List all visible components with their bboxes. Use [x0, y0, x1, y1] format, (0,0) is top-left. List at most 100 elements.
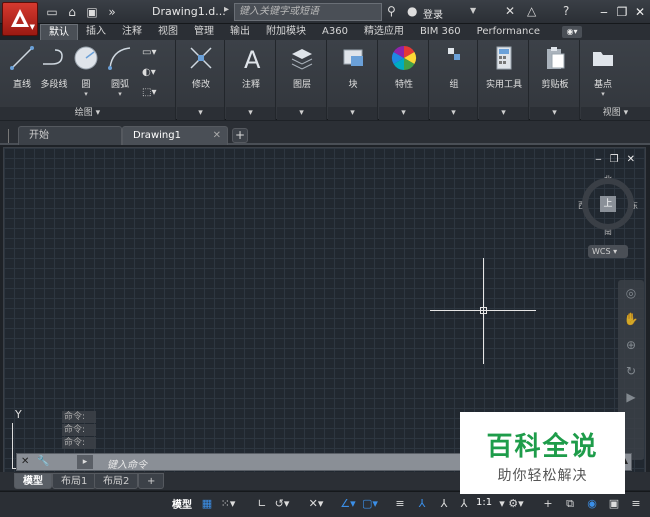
- clipboard-button[interactable]: 剪贴板: [533, 44, 577, 90]
- chevron-down-icon[interactable]: ▾: [98, 90, 142, 98]
- tab-featured-apps[interactable]: 精选应用: [356, 24, 412, 40]
- annotation-scale[interactable]: 1:1: [476, 497, 492, 508]
- expand-arrow-icon[interactable]: ▸: [224, 4, 229, 15]
- help-icon[interactable]: ?: [563, 4, 569, 18]
- tab-view[interactable]: 视图: [150, 24, 186, 40]
- save-icon[interactable]: ▣: [84, 4, 100, 20]
- tab-model[interactable]: 模型: [14, 473, 52, 489]
- annotation-panel-dropdown[interactable]: ▾: [226, 107, 275, 120]
- rectangle-icon[interactable]: ▭▾: [142, 46, 162, 60]
- polar-icon[interactable]: ↺▾: [274, 495, 290, 513]
- customize-wrench-icon[interactable]: 🔧: [37, 456, 49, 467]
- tab-layout1[interactable]: 布局1: [52, 473, 97, 489]
- viewcube[interactable]: 上: [582, 178, 634, 230]
- modify-panel-dropdown[interactable]: ▾: [177, 107, 224, 120]
- login-link[interactable]: 登录: [423, 6, 443, 21]
- tab-a360[interactable]: A360: [314, 24, 356, 40]
- application-menu-button[interactable]: ▼: [2, 2, 38, 36]
- layers-panel-dropdown[interactable]: ▾: [277, 107, 326, 120]
- tab-manage[interactable]: 管理: [186, 24, 222, 40]
- showmotion-icon[interactable]: ▶: [618, 384, 644, 410]
- add-layout-button[interactable]: +: [138, 473, 165, 489]
- ribbon-options-icon[interactable]: ◉▾: [562, 26, 583, 38]
- gear-icon[interactable]: ⚙▾: [508, 495, 524, 513]
- ortho-icon[interactable]: ∟: [254, 495, 270, 513]
- grid-icon[interactable]: ▦: [199, 495, 215, 513]
- annotation-visibility-icon[interactable]: ⅄: [414, 495, 430, 513]
- modify-button[interactable]: 修改: [179, 44, 223, 90]
- isolate-objects-icon[interactable]: ◉: [584, 495, 600, 513]
- new-file-icon[interactable]: ▭: [44, 4, 60, 20]
- maximize-icon[interactable]: ❐: [614, 4, 630, 20]
- tab-layout2[interactable]: 布局2: [94, 473, 139, 489]
- tab-insert[interactable]: 插入: [78, 24, 114, 40]
- auto-scale-icon[interactable]: ⅄: [436, 495, 452, 513]
- a360-icon[interactable]: △: [527, 4, 536, 18]
- circle-icon: [74, 46, 98, 70]
- wcs-dropdown[interactable]: WCS ▾: [588, 245, 628, 258]
- viewcube-top-face[interactable]: 上: [600, 196, 616, 212]
- tab-performance[interactable]: Performance: [469, 24, 548, 40]
- restore-viewport-icon[interactable]: ❐: [610, 154, 619, 165]
- close-icon[interactable]: ✕: [632, 4, 648, 20]
- object-snap-icon[interactable]: ▢▾: [362, 495, 378, 513]
- boundary-icon[interactable]: ⬚▾: [142, 86, 162, 100]
- workspace-icon[interactable]: ⧉: [562, 495, 578, 513]
- customization-menu-icon[interactable]: ≡: [628, 495, 644, 513]
- zoom-icon[interactable]: ⊕: [618, 332, 644, 358]
- chevron-down-icon[interactable]: ▾: [581, 90, 625, 98]
- command-input[interactable]: 键入命令: [107, 456, 147, 471]
- view-panel-footer[interactable]: 视图 ▾: [581, 107, 650, 120]
- arc-button[interactable]: 圆弧 ▾: [98, 44, 142, 98]
- annotation-monitor-icon[interactable]: ⅄: [456, 495, 472, 513]
- utilities-button[interactable]: 实用工具: [482, 44, 526, 90]
- clipboard-panel-dropdown[interactable]: ▾: [530, 107, 579, 120]
- minimize-viewport-icon[interactable]: ‒: [595, 154, 601, 165]
- base-point-button[interactable]: 基点 ▾: [581, 44, 625, 98]
- fullscreen-icon[interactable]: ▣: [606, 495, 622, 513]
- tab-output[interactable]: 输出: [222, 24, 258, 40]
- group-icon: [448, 48, 460, 60]
- close-command-icon[interactable]: ✕: [21, 456, 29, 467]
- minimize-icon[interactable]: ‒: [596, 4, 612, 20]
- tab-drawing1[interactable]: Drawing1 ✕: [122, 126, 228, 145]
- close-tab-icon[interactable]: ✕: [213, 127, 221, 144]
- new-tab-button[interactable]: +: [232, 128, 248, 143]
- arc-icon: [108, 47, 131, 70]
- recent-commands-icon[interactable]: ▸: [77, 455, 93, 469]
- orbit-icon[interactable]: ↻: [618, 358, 644, 384]
- watermark-subtitle: 助你轻松解决: [497, 468, 588, 484]
- properties-panel-dropdown[interactable]: ▾: [379, 107, 428, 120]
- pan-icon[interactable]: ✋: [618, 306, 644, 332]
- steering-wheel-icon[interactable]: ◎: [618, 280, 644, 306]
- draw-panel-footer[interactable]: 绘图 ▾: [0, 107, 175, 120]
- search-input[interactable]: 键入关键字或短语: [234, 3, 382, 21]
- tab-start[interactable]: 开始: [18, 126, 122, 145]
- user-icon[interactable]: ●: [407, 4, 417, 18]
- block-button[interactable]: 块: [331, 44, 375, 90]
- tab-bim360[interactable]: BIM 360: [412, 24, 469, 40]
- tab-annotate[interactable]: 注释: [114, 24, 150, 40]
- tab-default[interactable]: 默认: [40, 24, 78, 40]
- groups-panel-dropdown[interactable]: ▾: [430, 107, 477, 120]
- groups-button[interactable]: 组: [432, 44, 476, 90]
- more-icon[interactable]: »: [104, 4, 120, 20]
- layers-button[interactable]: 图层: [280, 44, 324, 90]
- close-viewport-icon[interactable]: ✕: [627, 154, 635, 165]
- binoculars-icon[interactable]: ⚲: [387, 4, 396, 18]
- properties-button[interactable]: 特性: [382, 44, 426, 90]
- tab-addins[interactable]: 附加模块: [258, 24, 314, 40]
- lineweight-icon[interactable]: ≡: [392, 495, 408, 513]
- annotation-button[interactable]: A 注释: [229, 44, 273, 90]
- isodraft-icon[interactable]: ✕▾: [308, 495, 324, 513]
- exchange-icon[interactable]: ✕: [505, 4, 515, 18]
- add-icon[interactable]: +: [540, 495, 556, 513]
- block-panel-dropdown[interactable]: ▾: [328, 107, 377, 120]
- object-snap-tracking-icon[interactable]: ∠▾: [340, 495, 356, 513]
- utilities-panel-dropdown[interactable]: ▾: [479, 107, 528, 120]
- hatch-icon[interactable]: ◐▾: [142, 66, 162, 80]
- open-folder-icon[interactable]: ⌂: [64, 4, 80, 20]
- chevron-down-icon[interactable]: ▼: [470, 6, 476, 15]
- snap-icon[interactable]: ⁙▾: [220, 495, 236, 513]
- model-space-button[interactable]: 模型: [172, 496, 192, 511]
